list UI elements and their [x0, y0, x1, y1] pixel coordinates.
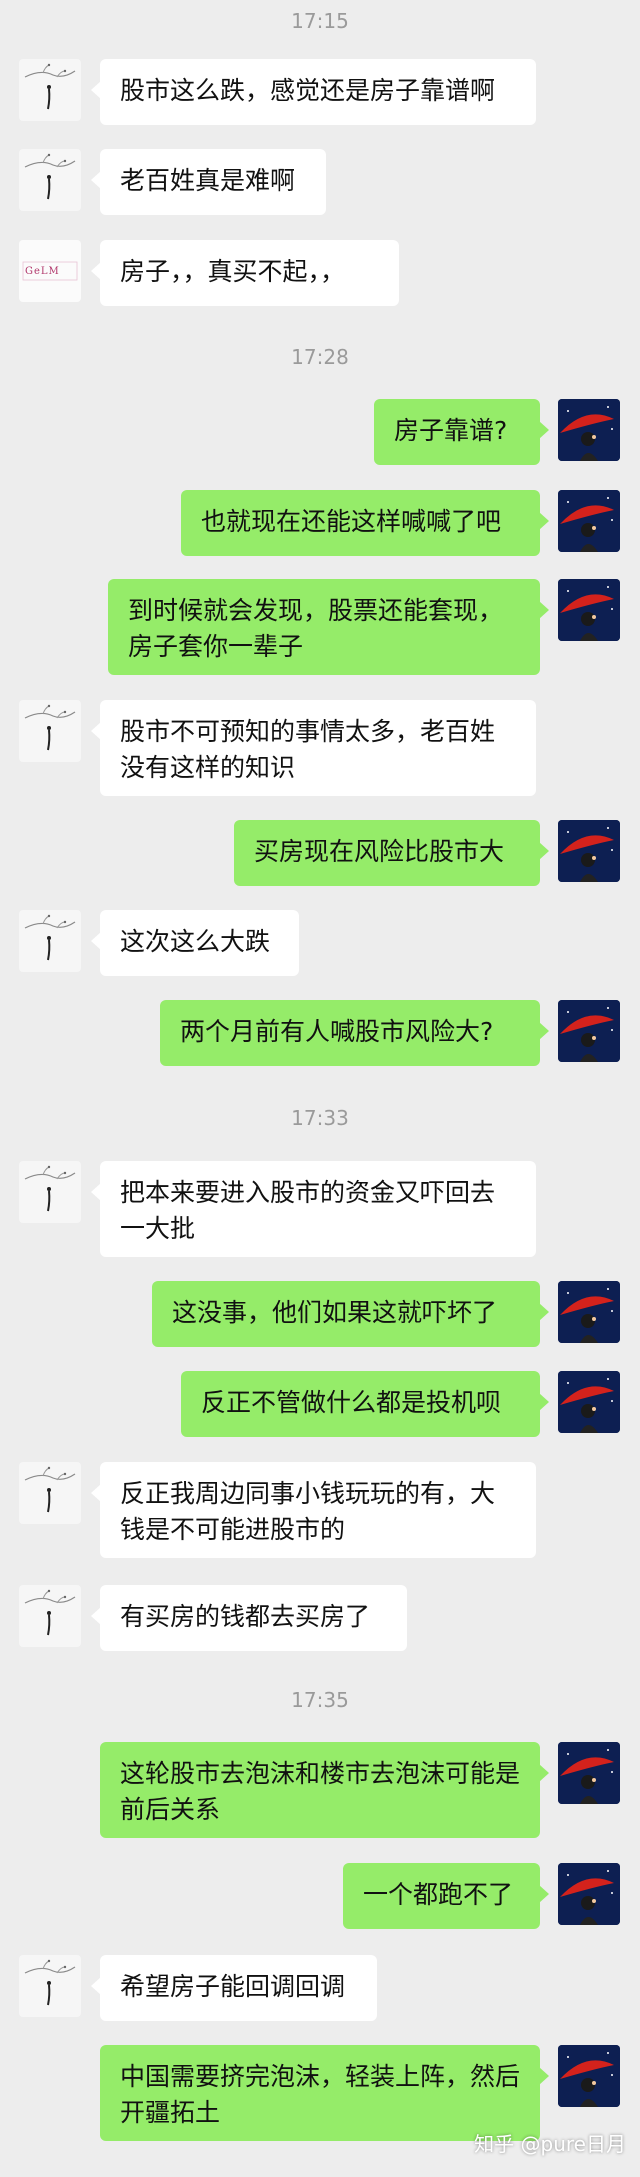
ink-branch-illustration-icon: [24, 63, 76, 110]
night-sky-red-umbrella-icon: [558, 1281, 620, 1343]
message-bubble[interactable]: 反正我周边同事小钱玩玩的有，大钱是不可能进股市的: [91, 1462, 536, 1558]
timestamp: 17:35: [291, 1688, 349, 1712]
my-avatar[interactable]: [558, 2045, 620, 2107]
message-bubble[interactable]: 有买房的钱都去买房了: [91, 1585, 407, 1651]
ink-branch-illustration-icon: [24, 1466, 76, 1513]
message-bubble[interactable]: 这没事，他们如果这就吓坏了: [152, 1281, 549, 1347]
my-avatar[interactable]: [558, 820, 620, 882]
my-avatar[interactable]: [558, 1742, 620, 1804]
contact-avatar[interactable]: [19, 910, 81, 972]
contact-avatar[interactable]: GeLM: [19, 240, 81, 302]
my-avatar[interactable]: [558, 579, 620, 641]
night-sky-red-umbrella-icon: [558, 1371, 620, 1433]
message-bubble[interactable]: 这轮股市去泡沫和楼市去泡沫可能是前后关系: [100, 1742, 549, 1838]
ink-branch-illustration-icon: [24, 704, 76, 751]
message-bubble[interactable]: 中国需要挤完泡沫，轻装上阵，然后开疆拓土: [100, 2045, 549, 2141]
message-bubble[interactable]: 希望房子能回调回调: [91, 1955, 377, 2021]
night-sky-red-umbrella-icon: [558, 1000, 620, 1062]
night-sky-red-umbrella-icon: [558, 490, 620, 552]
chat-window: 17:15 股市这么跌，感觉还是房子靠谱啊 老百姓真是难啊 GeLM 房子，，真…: [0, 0, 640, 2177]
ink-branch-illustration-icon: [24, 153, 76, 200]
message-bubble[interactable]: 这次这么大跌: [91, 910, 299, 976]
message-bubble[interactable]: 房子，，真买不起，，: [91, 240, 399, 306]
logo-text: GeLM: [25, 266, 60, 277]
message-bubble[interactable]: 老百姓真是难啊: [91, 149, 326, 215]
my-avatar[interactable]: [558, 1000, 620, 1062]
message-bubble[interactable]: 两个月前有人喊股市风险大?: [160, 1000, 549, 1066]
message-bubble[interactable]: 房子靠谱?: [374, 399, 549, 465]
contact-avatar[interactable]: [19, 149, 81, 211]
ink-branch-illustration-icon: [24, 914, 76, 961]
timestamp: 17:15: [291, 9, 349, 33]
night-sky-red-umbrella-icon: [558, 1863, 620, 1925]
message-bubble[interactable]: 到时候就会发现，股票还能套现，房子套你一辈子: [108, 579, 549, 675]
my-avatar[interactable]: [558, 399, 620, 461]
timestamp: 17:33: [291, 1106, 349, 1130]
message-bubble[interactable]: 把本来要进入股市的资金又吓回去一大批: [91, 1161, 536, 1257]
my-avatar[interactable]: [558, 1281, 620, 1343]
message-bubble[interactable]: 买房现在风险比股市大: [234, 820, 549, 886]
watermark: 知乎 @pure日月: [474, 2132, 626, 2156]
ink-branch-illustration-icon: [24, 1165, 76, 1212]
contact-avatar[interactable]: [19, 1462, 81, 1524]
message-bubble[interactable]: 一个都跑不了: [343, 1863, 549, 1929]
night-sky-red-umbrella-icon: [558, 399, 620, 461]
my-avatar[interactable]: [558, 490, 620, 552]
message-bubble[interactable]: 反正不管做什么都是投机呗: [181, 1371, 549, 1437]
night-sky-red-umbrella-icon: [558, 1742, 620, 1804]
message-bubble[interactable]: 股市这么跌，感觉还是房子靠谱啊: [91, 59, 536, 125]
timestamp: 17:28: [291, 345, 349, 369]
ink-branch-illustration-icon: [24, 1959, 76, 2006]
ink-branch-illustration-icon: [24, 1589, 76, 1636]
my-avatar[interactable]: [558, 1371, 620, 1433]
contact-avatar[interactable]: [19, 1161, 81, 1223]
night-sky-red-umbrella-icon: [558, 820, 620, 882]
contact-avatar[interactable]: [19, 1585, 81, 1647]
my-avatar[interactable]: [558, 1863, 620, 1925]
contact-avatar[interactable]: [19, 1955, 81, 2017]
contact-avatar[interactable]: [19, 700, 81, 762]
night-sky-red-umbrella-icon: [558, 579, 620, 641]
night-sky-red-umbrella-icon: [558, 2045, 620, 2107]
message-bubble[interactable]: 股市不可预知的事情太多，老百姓没有这样的知识: [91, 700, 536, 796]
message-bubble[interactable]: 也就现在还能这样喊喊了吧: [181, 490, 549, 556]
contact-avatar[interactable]: [19, 59, 81, 121]
